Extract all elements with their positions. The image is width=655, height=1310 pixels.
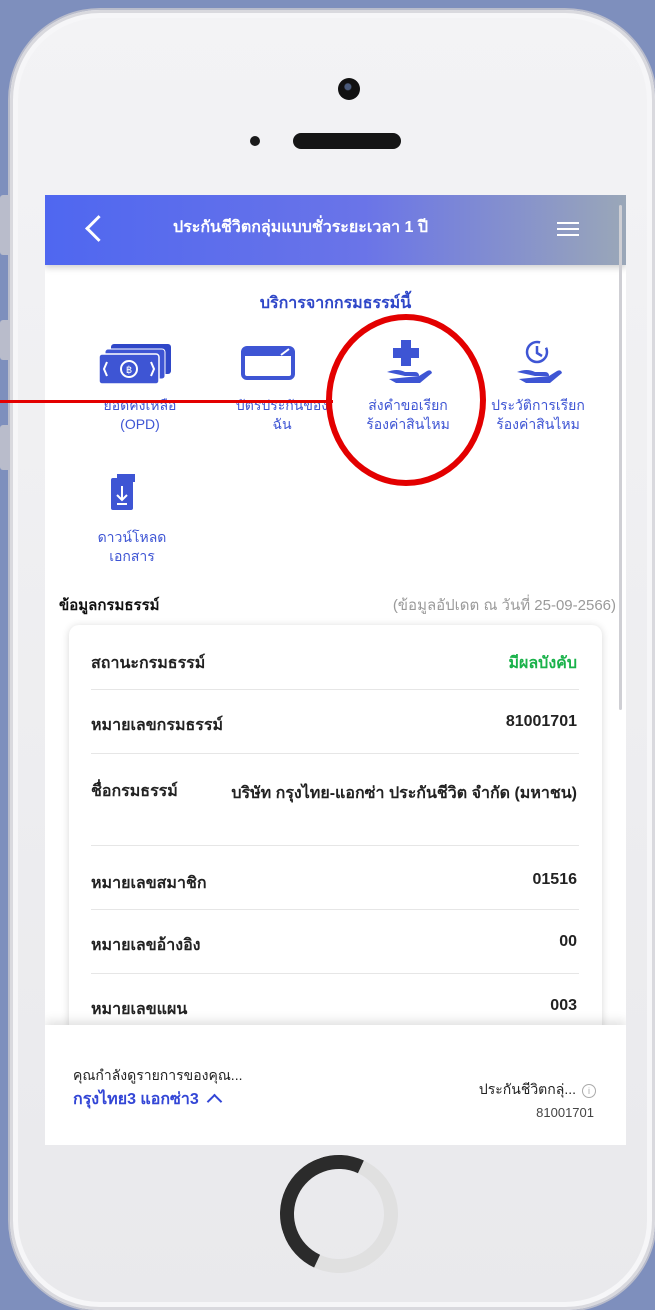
- services-title: บริการจากกรมธรรม์นี้: [259, 295, 412, 312]
- history-hand-icon: [473, 338, 603, 396]
- app-screen: ประกันชีวิตกลุ่มแบบชั่วระยะเวลา 1 ปี บริ…: [45, 195, 626, 1145]
- row-value: 81001701: [505, 713, 577, 730]
- viewing-text: คุณกำลังดูรายการของคุณ...: [73, 1067, 243, 1083]
- company-selector[interactable]: กรุงไทย3 แอกซ่า3: [73, 1087, 223, 1112]
- row-value: 01516: [532, 871, 578, 888]
- row-label: สถานะกรมธรรม์: [91, 655, 206, 672]
- header-bar: ประกันชีวิตกลุ่มแบบชั่วระยะเวลา 1 ปี: [45, 195, 626, 265]
- camera-icon: [338, 78, 360, 100]
- row-value: 003: [550, 997, 577, 1014]
- plan-name-text: ประกันชีวิตกลุ่...: [478, 1081, 576, 1097]
- hamburger-menu-icon[interactable]: [557, 222, 579, 238]
- service-claim-history[interactable]: ประวัติการเรียกร้องค่าสินไหม: [473, 338, 603, 434]
- plan-name: ประกันชีวิตกลุ่... i: [479, 1079, 596, 1101]
- table-row: ชื่อกรมธรรม์ บริษัท กรุงไทย-แอกซ่า ประกั…: [91, 753, 579, 846]
- speaker-grill: [293, 133, 401, 149]
- service-download-documents[interactable]: ดาวน์โหลดเอกสาร: [75, 470, 205, 566]
- table-row: หมายเลขสมาชิก 01516: [91, 845, 579, 910]
- row-label: หมายเลขกรมธรรม์: [91, 717, 223, 734]
- sensor-dot: [250, 136, 260, 146]
- row-label: หมายเลขอ้างอิง: [91, 937, 201, 954]
- service-balance-opd[interactable]: ฿ ยอดคงเหลือ (OPD): [75, 338, 205, 434]
- info-icon[interactable]: i: [582, 1084, 596, 1098]
- table-row: หมายเลขอ้างอิง 00: [91, 909, 579, 974]
- company-name: กรุงไทย3 แอกซ่า3: [73, 1091, 199, 1108]
- table-row: สถานะกรมธรรม์ มีผลบังคับ: [91, 625, 579, 690]
- side-button: [0, 195, 10, 255]
- download-document-icon: [75, 470, 205, 528]
- scrollbar[interactable]: [619, 205, 622, 710]
- policy-selector-panel[interactable]: คุณกำลังดูรายการของคุณ... กรุงไทย3 แอกซ่…: [45, 1025, 626, 1145]
- row-label: ชื่อกรมธรรม์: [91, 783, 178, 800]
- row-label: หมายเลขแผน: [91, 1001, 188, 1018]
- highlight-circle: [326, 314, 486, 486]
- service-label: ดาวน์โหลดเอกสาร: [97, 529, 167, 564]
- highlight-pointer-line: [0, 400, 333, 403]
- side-button: [0, 320, 10, 360]
- row-value: บริษัท กรุงไทย-แอกซ่า ประกันชีวิต จำกัด …: [231, 785, 577, 802]
- side-button: [0, 425, 10, 470]
- status-badge: มีผลบังคับ: [508, 655, 577, 672]
- back-arrow-icon[interactable]: [85, 215, 112, 242]
- money-icon: ฿: [75, 338, 205, 396]
- row-label: หมายเลขสมาชิก: [91, 875, 207, 892]
- chevron-up-icon: [206, 1093, 223, 1110]
- table-row: หมายเลขกรมธรรม์ 81001701: [91, 689, 579, 754]
- policy-info-title: ข้อมูลกรมธรรม์: [59, 597, 160, 614]
- row-value: 00: [559, 933, 577, 950]
- plan-number: 81001701: [536, 1105, 594, 1120]
- svg-text:฿: ฿: [126, 365, 132, 376]
- last-updated-text: (ข้อมูลอัปเดต ณ วันที่ 25-09-2566): [392, 597, 616, 614]
- page-title: ประกันชีวิตกลุ่มแบบชั่วระยะเวลา 1 ปี: [173, 219, 429, 236]
- loading-spinner-icon: [263, 1138, 415, 1290]
- service-label: ประวัติการเรียกร้องค่าสินไหม: [491, 397, 585, 432]
